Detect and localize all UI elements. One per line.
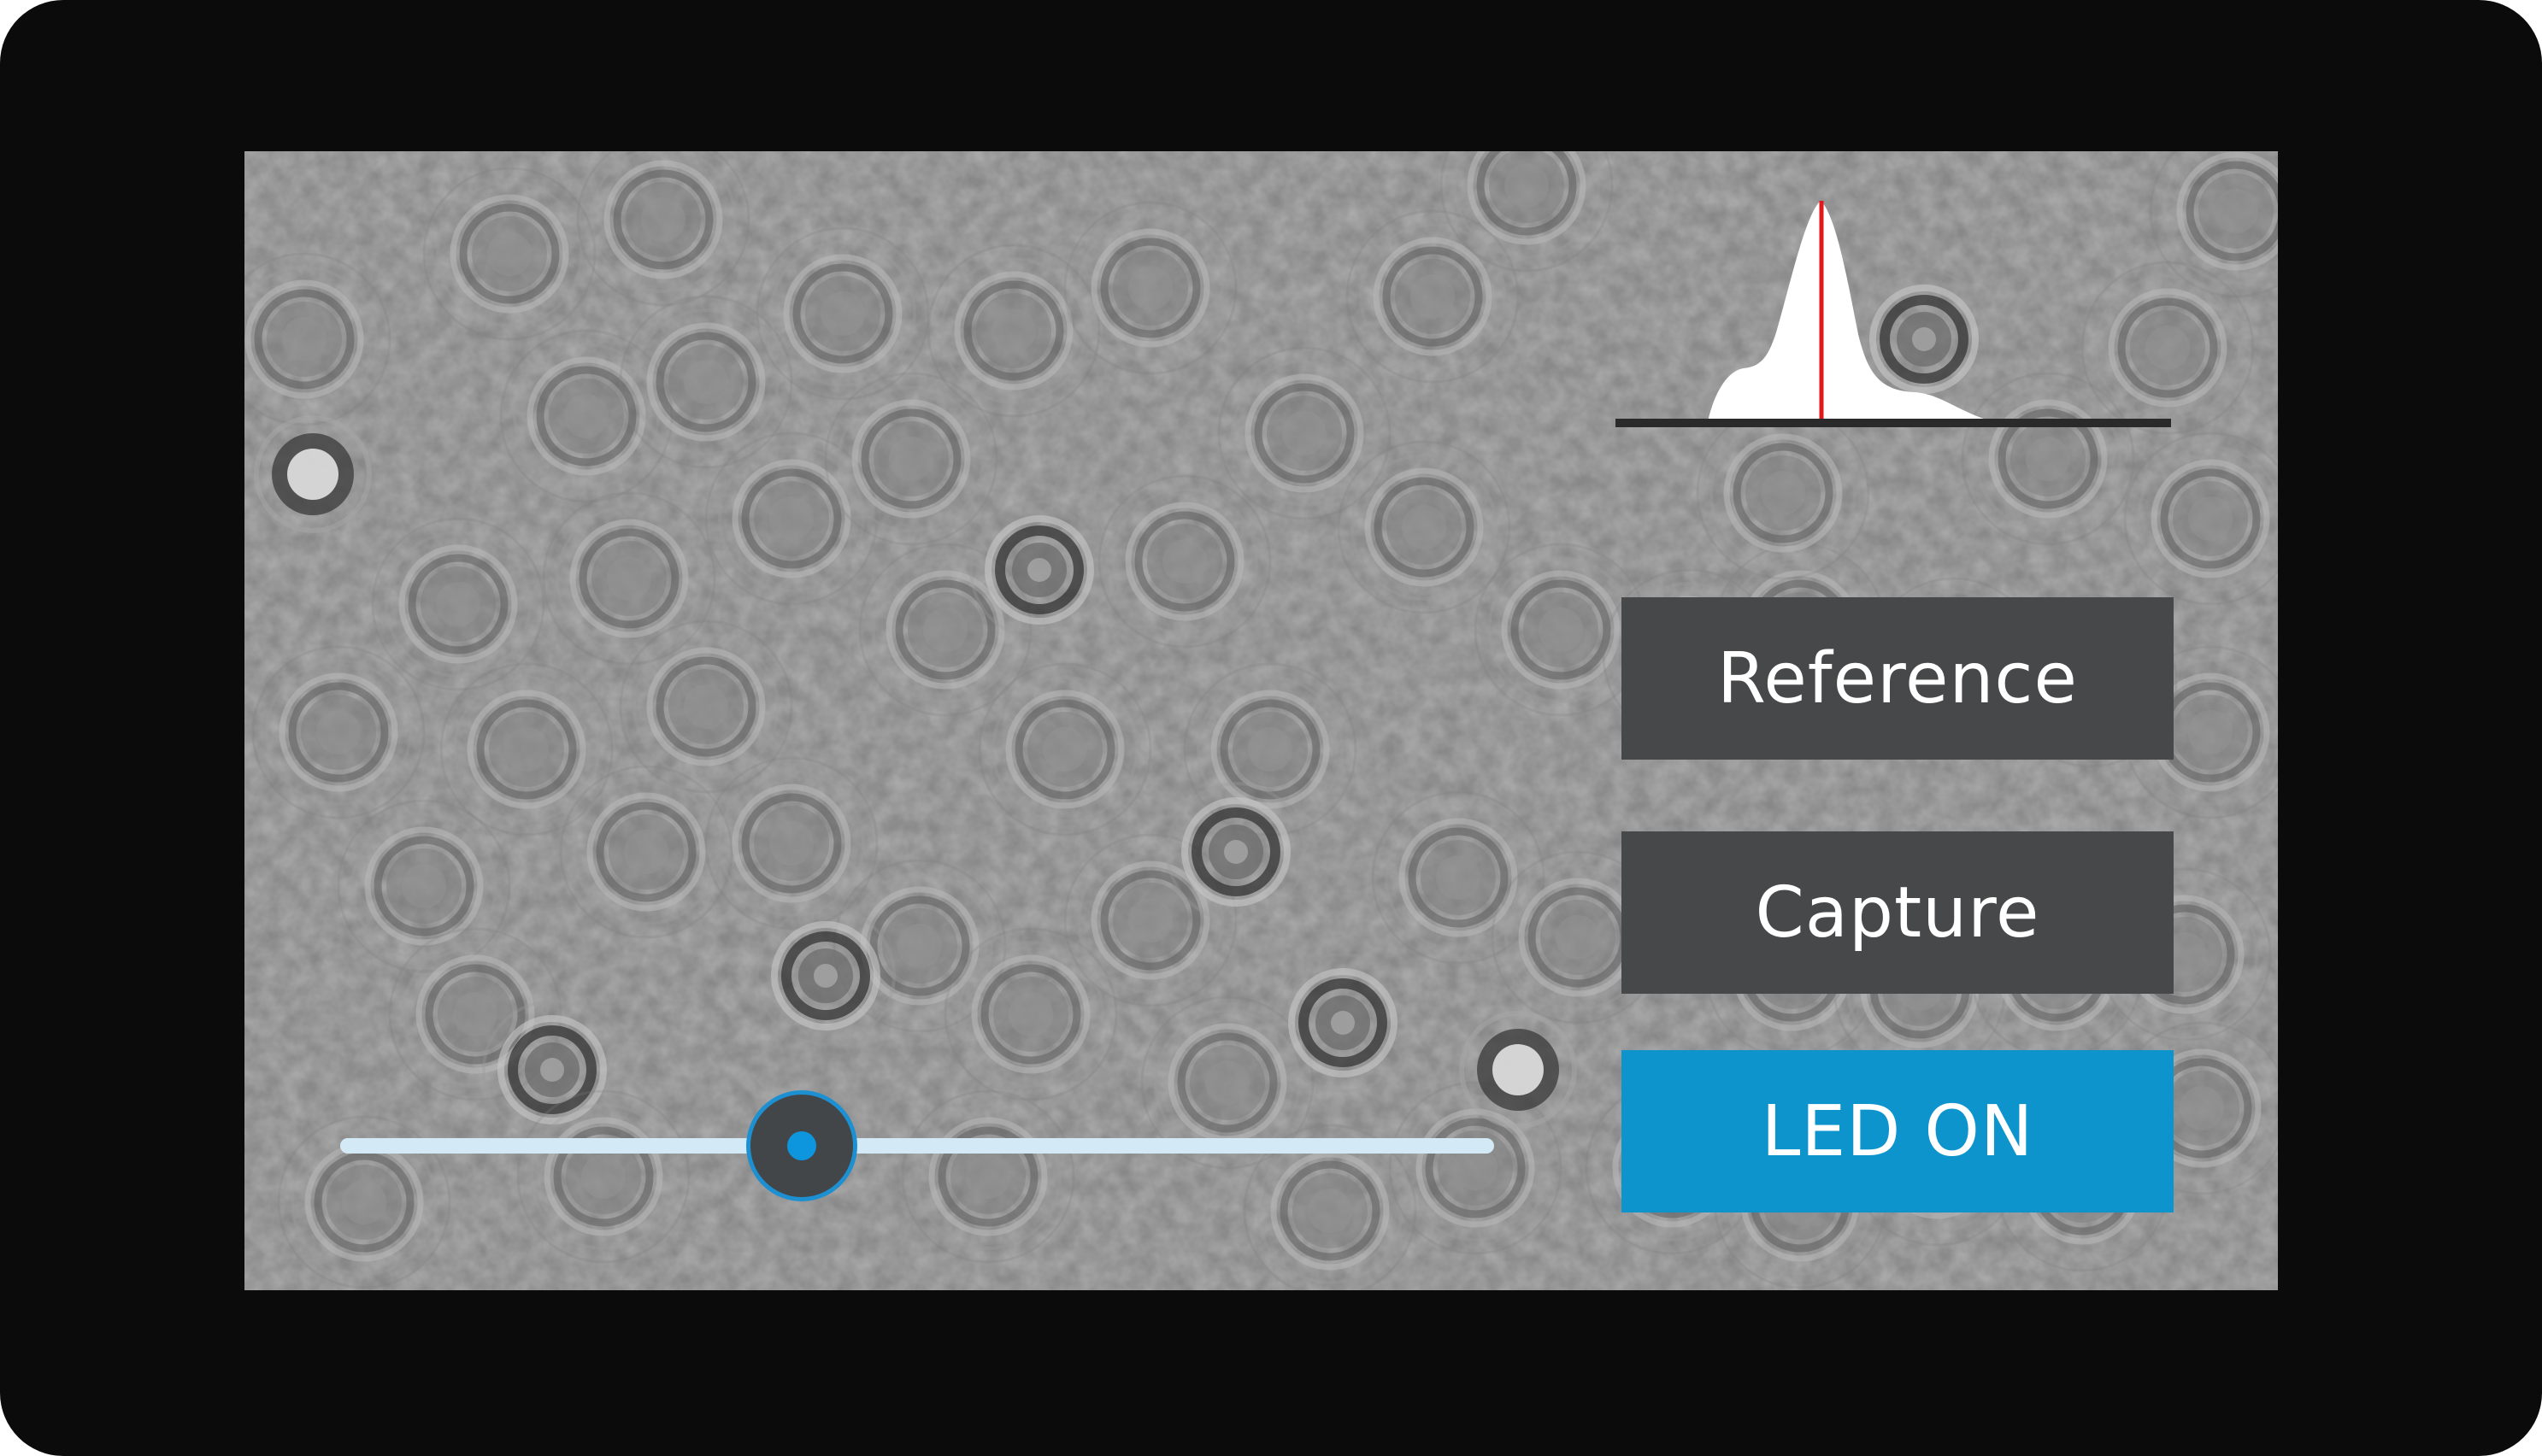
slider-track[interactable] [340, 1138, 1494, 1154]
reference-button-label: Reference [1717, 637, 2078, 719]
led-button-label: LED ON [1761, 1090, 2034, 1172]
slider-thumb[interactable] [746, 1090, 857, 1201]
led-toggle-button[interactable]: LED ON [1621, 1050, 2174, 1212]
slider-fill [340, 1138, 802, 1154]
camera-screen: Reference Capture LED ON [244, 151, 2278, 1290]
focus-slider[interactable] [340, 1090, 1494, 1201]
capture-button-label: Capture [1755, 872, 2040, 954]
histogram-curve [1708, 201, 1992, 421]
capture-button[interactable]: Capture [1621, 831, 2174, 994]
reference-button[interactable]: Reference [1621, 597, 2174, 760]
intensity-histogram-icon [1615, 201, 2171, 427]
slider-thumb-dot-icon [787, 1131, 816, 1160]
tablet-device: Reference Capture LED ON [0, 0, 2542, 1456]
